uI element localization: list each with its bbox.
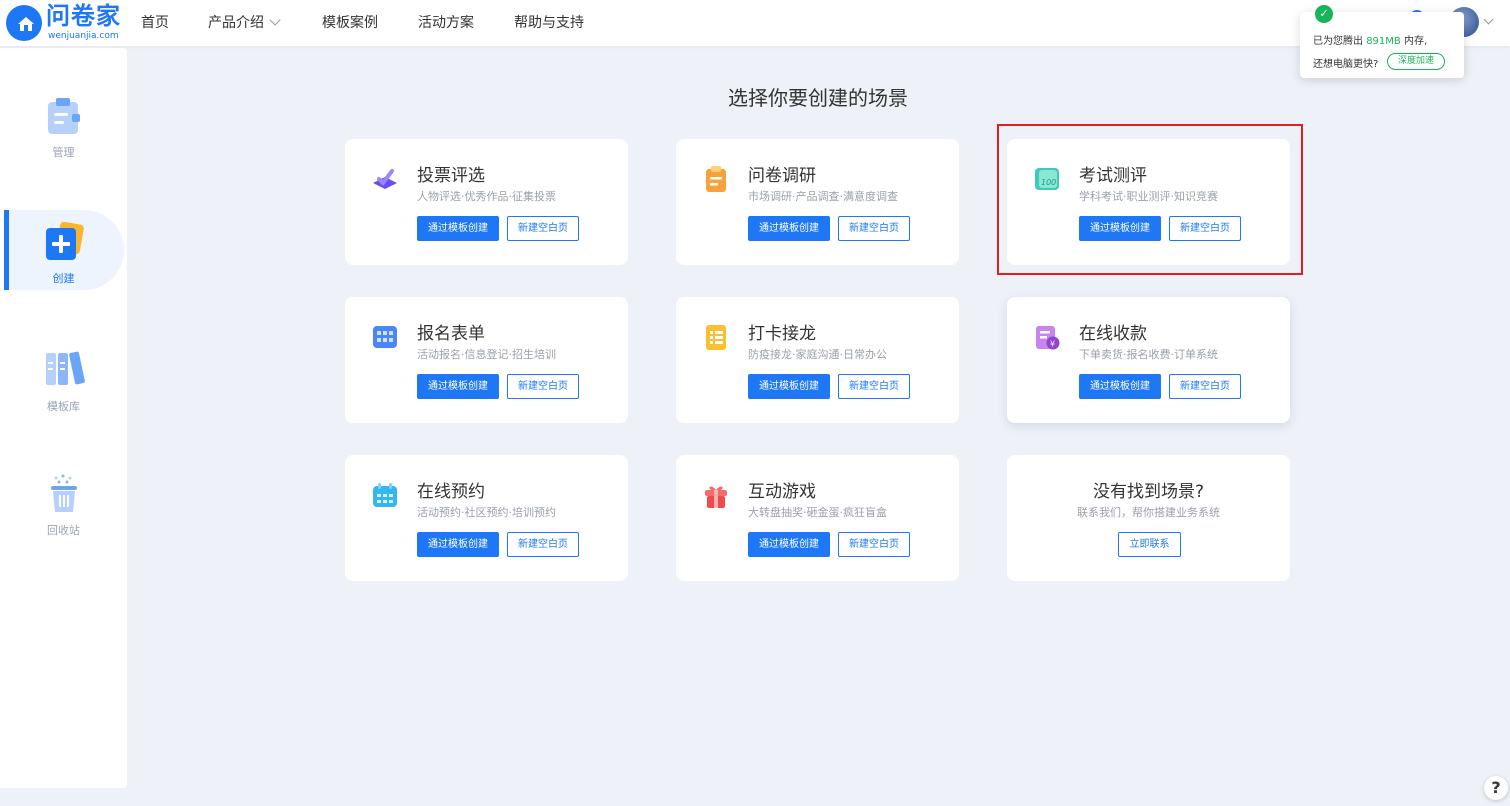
create-blank-button[interactable]: 新建空白页 [507, 216, 579, 241]
create-from-template-button[interactable]: 通过模板创建 [748, 216, 830, 241]
memory-popup: ✓ 已为您腾出 891MB 内存, 还想电脑更快? 深度加速 [1300, 5, 1464, 78]
create-from-template-button[interactable]: 通过模板创建 [1079, 374, 1161, 399]
popup-value: 891MB [1366, 36, 1401, 47]
create-from-template-button[interactable]: 通过模板创建 [417, 532, 499, 557]
popup-message: 已为您腾出 891MB 内存, [1313, 32, 1427, 47]
contact-now-button[interactable]: 立即联系 [1118, 532, 1181, 557]
popup-question: 还想电脑更快? [1313, 59, 1379, 70]
sidebar-item-create[interactable]: 创建 [0, 222, 127, 292]
card-title: 在线预约 [417, 482, 485, 502]
card-desc: 活动报名·信息登记·招生培训 [417, 348, 556, 361]
selection-highlight [997, 124, 1303, 275]
check-icon: ✓ [1315, 5, 1333, 23]
scene-card-booking[interactable]: 在线预约 活动预约·社区预约·培训预约 通过模板创建 新建空白页 [345, 455, 628, 581]
contact-card-title: 没有找到场景? [1092, 482, 1205, 502]
card-title: 在线收款 [1079, 324, 1147, 344]
sidebar-item-label: 管理 [52, 146, 75, 159]
card-desc: 市场调研·产品调查·满意度调查 [748, 190, 898, 203]
create-blank-button[interactable]: 新建空白页 [838, 532, 910, 557]
page-title: 选择你要创建的场景 [728, 86, 908, 110]
contact-card-desc: 联系我们，帮你搭建业务系统 [1077, 506, 1220, 519]
scene-card-checkin[interactable]: 打卡接龙 防疫接龙·家庭沟通·日常办公 通过模板创建 新建空白页 [676, 297, 959, 423]
form-icon [373, 326, 397, 348]
nav-products[interactable]: 产品介绍 [208, 0, 281, 46]
nav-templates[interactable]: 模板案例 [322, 0, 378, 46]
chevron-down-icon[interactable] [1483, 14, 1494, 25]
top-bar: 问卷家 wenjuanjia.com 首页 产品介绍 模板案例 活动方案 帮助与… [0, 0, 1510, 46]
sidebar-item-label: 模板库 [47, 400, 80, 413]
nav-help[interactable]: 帮助与支持 [514, 0, 584, 46]
brand-logo[interactable]: 问卷家 wenjuanjia.com [4, 2, 132, 44]
payment-icon: ¥ [1036, 326, 1060, 350]
card-desc: 人物评选·优秀作品·征集投票 [417, 190, 556, 203]
create-blank-button[interactable]: 新建空白页 [507, 374, 579, 399]
survey-icon [706, 166, 726, 192]
calendar-icon [373, 483, 397, 507]
scene-card-survey[interactable]: 问卷调研 市场调研·产品调查·满意度调查 通过模板创建 新建空白页 [676, 139, 959, 265]
create-from-template-button[interactable]: 通过模板创建 [748, 532, 830, 557]
nav-activities[interactable]: 活动方案 [418, 0, 474, 46]
chevron-down-icon [269, 14, 281, 26]
card-title: 报名表单 [417, 324, 485, 344]
gift-icon [705, 486, 727, 508]
sidebar-item-recycle[interactable]: 回收站 [0, 474, 127, 544]
create-from-template-button[interactable]: 通过模板创建 [748, 374, 830, 399]
svg-text:¥: ¥ [1050, 340, 1055, 349]
create-blank-button[interactable]: 新建空白页 [1169, 374, 1241, 399]
vote-icon [373, 169, 397, 189]
deep-accelerate-button[interactable]: 深度加速 [1387, 53, 1445, 70]
scene-card-vote[interactable]: 投票评选 人物评选·优秀作品·征集投票 通过模板创建 新建空白页 [345, 139, 628, 265]
card-desc: 下单卖货·报名收费·订单系统 [1079, 348, 1218, 361]
checkin-icon [706, 325, 726, 350]
contact-card: 没有找到场景? 联系我们，帮你搭建业务系统 立即联系 [1007, 455, 1290, 581]
popup-suffix: 内存, [1403, 36, 1428, 47]
scene-card-form[interactable]: 报名表单 活动报名·信息登记·招生培训 通过模板创建 新建空白页 [345, 297, 628, 423]
nav-home[interactable]: 首页 [141, 0, 169, 46]
popup-prefix: 已为您腾出 [1313, 36, 1363, 47]
card-title: 互动游戏 [748, 482, 816, 502]
card-title: 投票评选 [417, 166, 485, 186]
house-icon [18, 17, 34, 31]
logo-circle [6, 5, 42, 41]
card-title: 问卷调研 [748, 166, 816, 186]
create-blank-button[interactable]: 新建空白页 [838, 374, 910, 399]
nav-products-label: 产品介绍 [208, 15, 264, 31]
brand-name: 问卷家 [46, 2, 121, 30]
create-from-template-button[interactable]: 通过模板创建 [417, 216, 499, 241]
sidebar-item-label: 创建 [52, 272, 75, 285]
scene-card-payment[interactable]: ¥ 在线收款 下单卖货·报名收费·订单系统 通过模板创建 新建空白页 [1007, 297, 1290, 423]
sidebar-item-templates[interactable]: 模板库 [0, 350, 127, 420]
sidebar: 管理 创建 模板库 回收站 [0, 48, 127, 788]
sidebar-item-label: 回收站 [47, 524, 80, 537]
card-title: 打卡接龙 [748, 324, 816, 344]
card-desc: 防疫接龙·家庭沟通·日常办公 [748, 348, 887, 361]
card-desc: 活动预约·社区预约·培训预约 [417, 506, 556, 519]
scene-card-game[interactable]: 互动游戏 大转盘抽奖·砸金蛋·疯狂盲盒 通过模板创建 新建空白页 [676, 455, 959, 581]
books-icon [46, 351, 85, 385]
brand-domain: wenjuanjia.com [48, 31, 119, 41]
card-desc: 大转盘抽奖·砸金蛋·疯狂盲盒 [748, 506, 887, 519]
trash-icon [51, 474, 77, 512]
plus-icon [46, 222, 84, 260]
create-blank-button[interactable]: 新建空白页 [507, 532, 579, 557]
help-button[interactable]: ? [1484, 776, 1508, 800]
create-blank-button[interactable]: 新建空白页 [838, 216, 910, 241]
create-from-template-button[interactable]: 通过模板创建 [417, 374, 499, 399]
